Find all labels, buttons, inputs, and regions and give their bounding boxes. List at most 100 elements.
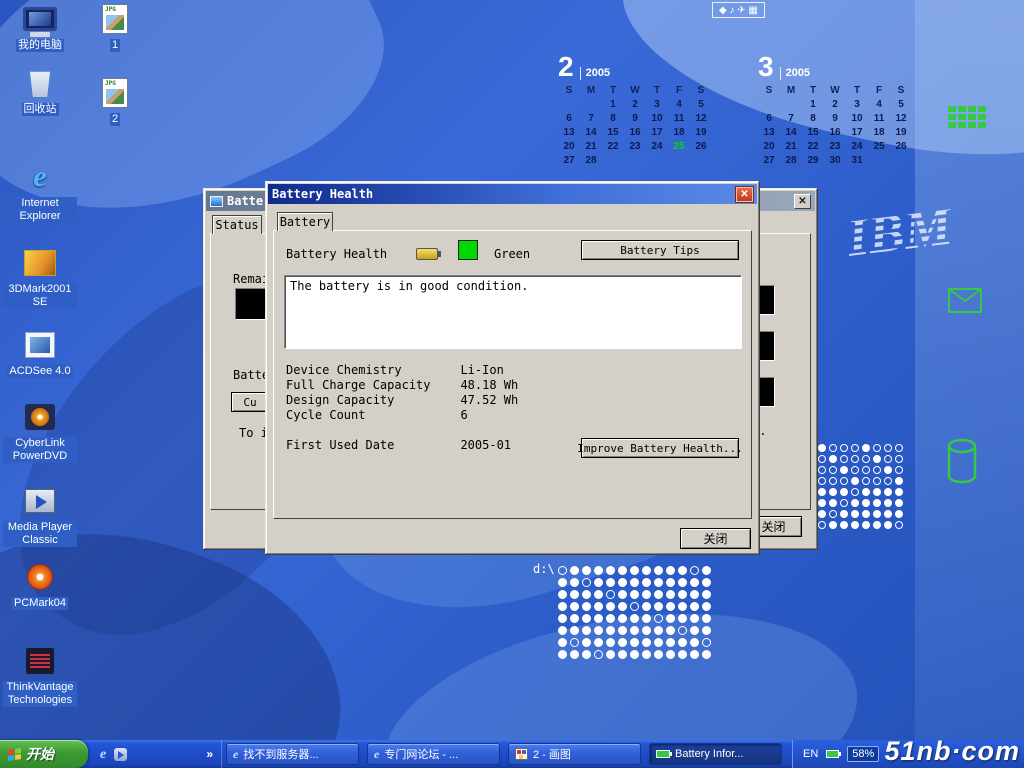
- desktop-screen: ◆ ♪ ✈ ▦ 2 2005 SMTWTFS123456789101112131…: [0, 0, 1024, 768]
- desktop-icon-thinkvantage[interactable]: ThinkVantage Technologies: [2, 644, 78, 707]
- quick-launch-media-icon[interactable]: [114, 748, 127, 761]
- calendar-cell: 3: [646, 98, 668, 112]
- close-icon[interactable]: ✕: [794, 194, 811, 209]
- calendar-cell: M: [780, 84, 802, 98]
- dot: [690, 650, 699, 659]
- dot: [618, 566, 627, 575]
- dot: [594, 650, 603, 659]
- desktop-icon-recycle-bin[interactable]: 回收站: [2, 66, 78, 116]
- condition-textbox[interactable]: The battery is in good condition.: [284, 275, 742, 349]
- calendar-year: 2005: [580, 67, 610, 80]
- calendar-cell: 19: [690, 126, 712, 140]
- dot: [606, 614, 615, 623]
- dot: [895, 488, 903, 496]
- calendar-header: 3 2005: [758, 54, 914, 80]
- close-button[interactable]: 关闭: [680, 528, 751, 549]
- dot: [851, 510, 859, 518]
- dot: [818, 488, 826, 496]
- icon-label: Internet Explorer: [3, 197, 77, 223]
- calendar-cell: 20: [758, 140, 780, 154]
- button-label: Battery Tips: [620, 244, 699, 257]
- task-buttons: e找不到服务器... e专门网论坛 - ... 2 - 画图 Battery Info…: [226, 740, 786, 768]
- dot: [666, 602, 675, 611]
- desktop-icon-pcmark04[interactable]: PCMark04: [2, 560, 78, 610]
- dot: [873, 499, 881, 507]
- dot: [618, 638, 627, 647]
- drive-label: d:\: [533, 562, 555, 576]
- taskbar-task-button[interactable]: Battery Infor...: [649, 743, 782, 765]
- desktop-icon-media-player-classic[interactable]: Media Player Classic: [2, 484, 78, 547]
- dot: [829, 455, 837, 463]
- current-button[interactable]: Cu: [231, 392, 269, 412]
- calendar-cell: [646, 154, 668, 168]
- close-icon[interactable]: ✕: [736, 187, 753, 202]
- desktop-file-jpg-2[interactable]: JPG 2: [90, 76, 140, 126]
- calendar-year: 2005: [780, 67, 810, 80]
- dot: [642, 638, 651, 647]
- battery-percent-badge[interactable]: 58%: [847, 746, 879, 762]
- calendar-cell: 27: [758, 154, 780, 168]
- battery-tips-button[interactable]: Battery Tips: [581, 240, 739, 260]
- desktop-icon-my-computer[interactable]: 我的电脑: [2, 2, 78, 52]
- battery-tab-page: Battery Health Green Battery Tips The ba…: [273, 230, 752, 519]
- dot: [678, 626, 687, 635]
- improve-battery-health-button[interactable]: Improve Battery Health...: [581, 438, 739, 458]
- tray-battery-icon[interactable]: [826, 750, 839, 758]
- jpg-tag: JPG: [105, 80, 116, 87]
- dot: [873, 444, 881, 452]
- desktop-icon-powerdvd[interactable]: CyberLink PowerDVD: [2, 400, 78, 463]
- dot: [642, 590, 651, 599]
- dot: [818, 466, 826, 474]
- dot: [666, 614, 675, 623]
- tab-status[interactable]: Status: [212, 215, 262, 234]
- ibm-logo: IBM: [841, 190, 983, 273]
- desktop-icon-internet-explorer[interactable]: Internet Explorer: [2, 160, 78, 223]
- calendar-month: 3: [758, 54, 774, 80]
- start-label: 开始: [26, 744, 54, 764]
- dot: [702, 614, 711, 623]
- dot: [606, 602, 615, 611]
- battery-health-dialog[interactable]: Battery Health ✕ Battery Battery Health …: [265, 181, 760, 555]
- taskbar-task-button[interactable]: e专门网论坛 - ...: [367, 743, 500, 765]
- desktop-icon-acdsee[interactable]: ACDSee 4.0: [2, 328, 78, 378]
- taskbar-task-button[interactable]: e找不到服务器...: [226, 743, 359, 765]
- button-label: Improve Battery Health...: [577, 442, 743, 455]
- dot: [862, 444, 870, 452]
- language-indicator[interactable]: EN: [803, 748, 818, 760]
- ie-icon: e: [374, 747, 379, 762]
- calendar-cell: 31: [846, 154, 868, 168]
- calendar-cell: W: [624, 84, 646, 98]
- dot: [570, 626, 579, 635]
- calendar-cell: 18: [668, 126, 690, 140]
- dot: [818, 477, 826, 485]
- battery-health-titlebar[interactable]: Battery Health ✕: [268, 184, 757, 204]
- dot: [606, 590, 615, 599]
- quick-launch-expand-icon[interactable]: »: [206, 747, 213, 761]
- tab-battery[interactable]: Battery: [277, 212, 333, 231]
- quick-launch-ie-icon[interactable]: [100, 745, 106, 763]
- dot: [884, 499, 892, 507]
- taskbar-task-button[interactable]: 2 - 画图: [508, 743, 641, 765]
- calendar-cell: [780, 98, 802, 112]
- dot: [895, 444, 903, 452]
- dot: [690, 614, 699, 623]
- dot: [702, 590, 711, 599]
- dot: [862, 510, 870, 518]
- calendar-cell: S: [690, 84, 712, 98]
- taskbar: 开始 » e找不到服务器... e专门网论坛 - ... 2 - 画图 Battery…: [0, 740, 1024, 768]
- file-label: 2: [110, 113, 120, 126]
- dot: [558, 578, 567, 587]
- dot: [570, 578, 579, 587]
- dot: [582, 650, 591, 659]
- dot: [654, 650, 663, 659]
- calendar-cell: 16: [824, 126, 846, 140]
- dot: [873, 477, 881, 485]
- task-label: 2 - 画图: [533, 746, 571, 762]
- ie-icon: e: [233, 747, 238, 762]
- desktop-icon-3dmark2001[interactable]: 3DMark2001 SE: [2, 246, 78, 309]
- dot: [862, 466, 870, 474]
- calendar-cell: 26: [890, 140, 912, 154]
- desktop-file-jpg-1[interactable]: JPG 1: [90, 2, 140, 52]
- calendar-cell: 30: [824, 154, 846, 168]
- start-button[interactable]: 开始: [0, 740, 88, 768]
